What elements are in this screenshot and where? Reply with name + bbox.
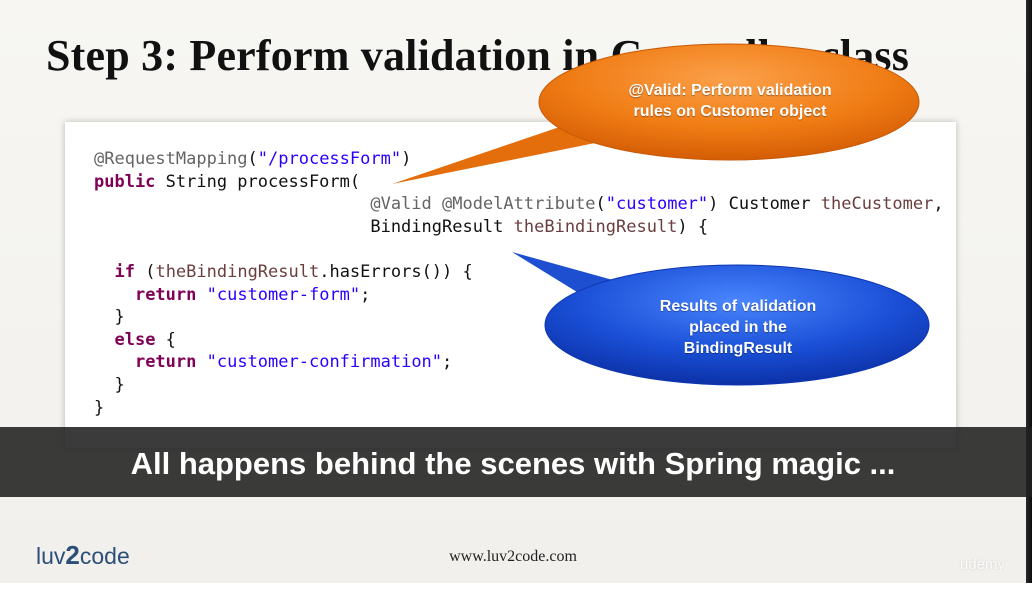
udemy-watermark: udemy: [960, 556, 1006, 573]
blue-callout-line: BindingResult: [683, 340, 793, 357]
blue-callout-line: Results of validation: [659, 298, 817, 315]
orange-callout-text: @Valid: Perform validation rules on Cust…: [580, 80, 880, 122]
orange-callout-line: @Valid: Perform validation: [628, 82, 832, 99]
blue-callout-line: placed in the: [689, 319, 787, 336]
orange-callout-line: rules on Customer object: [633, 103, 827, 120]
blue-callout-text: Results of validation placed in the Bind…: [593, 296, 883, 359]
footer-url: www.luv2code.com: [449, 548, 577, 565]
subtitle-text: All happens behind the scenes with Sprin…: [130, 446, 896, 481]
